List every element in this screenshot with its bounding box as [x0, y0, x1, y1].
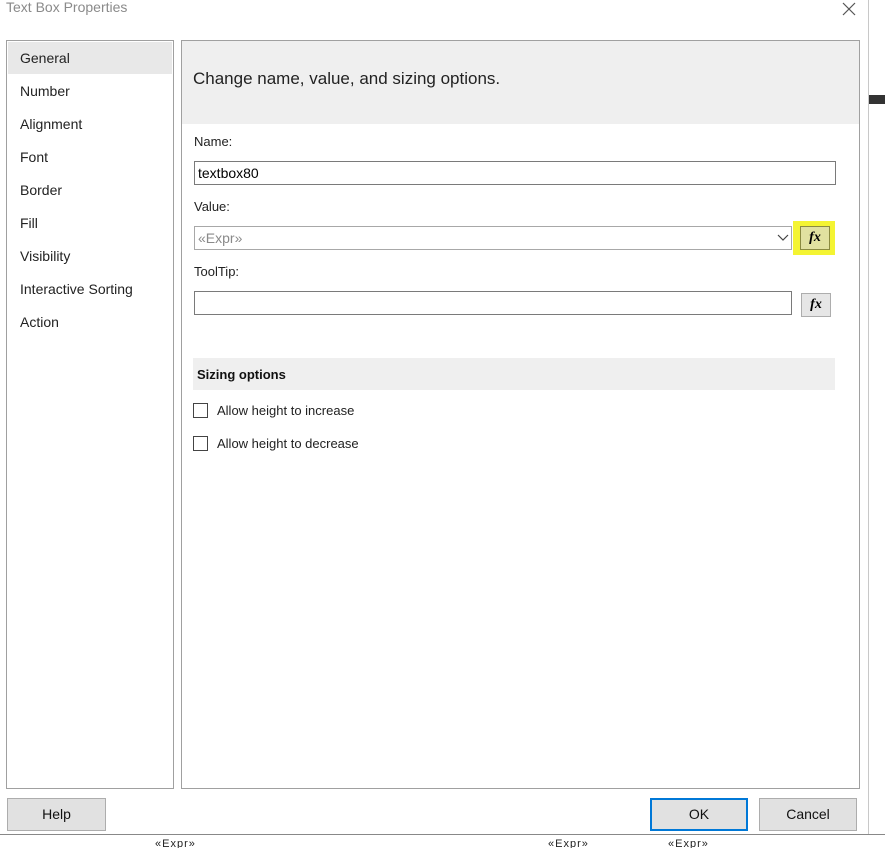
checkbox-label: Allow height to increase — [217, 403, 355, 418]
sidebar-item-label: Fill — [20, 215, 38, 231]
sidebar-item-label: Font — [20, 149, 49, 165]
sidebar-item-label: Visibility — [20, 248, 71, 264]
window-title: Text Box Properties — [6, 0, 128, 15]
sidebar-item-interactive-sorting[interactable]: Interactive Sorting — [8, 273, 172, 305]
tooltip-label: ToolTip: — [194, 264, 240, 279]
sidebar-item-border[interactable]: Border — [8, 174, 172, 206]
sidebar-nav: General Number Alignment Font Border Fil… — [6, 40, 174, 789]
page-title: Change name, value, and sizing options. — [193, 69, 501, 88]
fx-icon: fx — [809, 230, 821, 245]
text-box-properties-dialog: Text Box Properties General Number Align… — [0, 0, 869, 834]
sidebar-item-label: Interactive Sorting — [20, 281, 133, 297]
background-report-strip: «Expr» «Expr» «Expr» — [0, 834, 885, 848]
sidebar-item-label: General — [20, 50, 70, 66]
value-expression-button[interactable]: fx — [800, 226, 830, 250]
sidebar-item-fill[interactable]: Fill — [8, 207, 172, 239]
sidebar-item-alignment[interactable]: Alignment — [8, 108, 172, 140]
sizing-options-header: Sizing options — [193, 358, 835, 390]
value-label: Value: — [194, 199, 230, 214]
fx-icon: fx — [810, 297, 822, 312]
tooltip-expression-button[interactable]: fx — [801, 293, 831, 317]
cancel-button[interactable]: Cancel — [759, 798, 857, 831]
allow-height-increase-checkbox[interactable] — [193, 403, 208, 418]
value-combobox[interactable]: «Expr» — [194, 226, 792, 250]
tooltip-input[interactable] — [194, 291, 792, 315]
name-input[interactable] — [194, 161, 836, 185]
page-header: Change name, value, and sizing options. — [182, 41, 859, 124]
sidebar-item-label: Action — [20, 314, 59, 330]
general-page: Change name, value, and sizing options. … — [181, 40, 860, 789]
checkbox-label: Allow height to decrease — [217, 436, 359, 451]
name-label: Name: — [194, 134, 233, 149]
help-button[interactable]: Help — [7, 798, 106, 831]
chevron-down-icon[interactable] — [777, 233, 789, 243]
close-icon[interactable] — [838, 0, 860, 20]
background-panel — [868, 95, 885, 704]
title-bar: Text Box Properties — [0, 0, 868, 20]
ok-button[interactable]: OK — [650, 798, 748, 831]
sidebar-item-label: Alignment — [20, 116, 83, 132]
value-combobox-text: «Expr» — [198, 230, 243, 246]
allow-height-decrease-checkbox[interactable] — [193, 436, 208, 451]
sidebar-item-number[interactable]: Number — [8, 75, 172, 107]
sizing-options-title: Sizing options — [197, 367, 286, 382]
sidebar-item-label: Border — [20, 182, 63, 198]
sidebar-item-general[interactable]: General — [8, 42, 172, 74]
sidebar-item-font[interactable]: Font — [8, 141, 172, 173]
sidebar-item-visibility[interactable]: Visibility — [8, 240, 172, 272]
sidebar-item-label: Number — [20, 83, 70, 99]
sidebar-item-action[interactable]: Action — [8, 306, 172, 338]
